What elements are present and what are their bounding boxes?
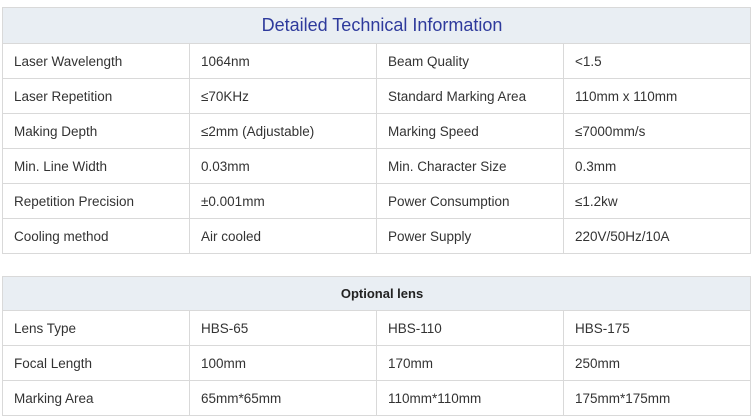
table-row: Cooling method Air cooled Power Supply 2… [2,218,751,254]
lens-value: HBS-65 [189,310,377,346]
spec-value: Air cooled [189,218,377,254]
spec-value: 1064nm [189,43,377,79]
spec-label: Making Depth [2,113,190,149]
spec-label: Min. Character Size [376,148,564,184]
spec-value: ≤70KHz [189,78,377,114]
table-row: Laser Wavelength 1064nm Beam Quality <1.… [2,43,751,79]
lens-value: 100mm [189,345,377,381]
lens-label: Lens Type [2,310,190,346]
spec-label: Beam Quality [376,43,564,79]
spec-value: ≤2mm (Adjustable) [189,113,377,149]
table-row: Repetition Precision ±0.001mm Power Cons… [2,183,751,219]
table-row: Min. Line Width 0.03mm Min. Character Si… [2,148,751,184]
technical-info-title: Detailed Technical Information [2,7,751,44]
lens-value: 250mm [562,345,752,381]
technical-info-header-row: Detailed Technical Information [2,7,751,44]
spec-label: Power Consumption [376,183,564,219]
lens-value: 110mm*110mm [376,380,564,416]
lens-value: HBS-175 [562,310,752,346]
technical-info-table: Detailed Technical Information Laser Wav… [2,7,751,254]
spec-label: Repetition Precision [2,183,190,219]
spec-value: ±0.001mm [189,183,377,219]
spec-label: Min. Line Width [2,148,190,184]
lens-value: 65mm*65mm [189,380,377,416]
table-row: Laser Repetition ≤70KHz Standard Marking… [2,78,751,114]
lens-label: Focal Length [2,345,190,381]
spec-value: 220V/50Hz/10A [563,218,751,254]
table-row: Lens Type HBS-65 HBS-110 HBS-175 [2,310,752,346]
spec-value: 0.3mm [563,148,751,184]
lens-value: HBS-110 [376,310,564,346]
optional-lens-title: Optional lens [1,276,752,311]
spec-label: Power Supply [376,218,564,254]
spec-value: 0.03mm [189,148,377,184]
lens-value: 170mm [376,345,564,381]
spec-value: 110mm x 110mm [563,78,751,114]
spec-value: <1.5 [563,43,751,79]
lens-label: Marking Area [2,380,190,416]
table-row: Focal Length 100mm 170mm 250mm [2,345,752,381]
table-row: Making Depth ≤2mm (Adjustable) Marking S… [2,113,751,149]
spec-label: Marking Speed [376,113,564,149]
spec-value: ≤7000mm/s [563,113,751,149]
spec-label: Laser Wavelength [2,43,190,79]
optional-lens-header-row: Optional lens [1,276,752,311]
spec-value: ≤1.2kw [563,183,751,219]
table-row: Marking Area 65mm*65mm 110mm*110mm 175mm… [2,380,752,416]
spec-label: Standard Marking Area [376,78,564,114]
optional-lens-table: Optional lens Lens Type HBS-65 HBS-110 H… [1,276,752,416]
spec-label: Cooling method [2,218,190,254]
spec-label: Laser Repetition [2,78,190,114]
lens-value: 175mm*175mm [562,380,752,416]
